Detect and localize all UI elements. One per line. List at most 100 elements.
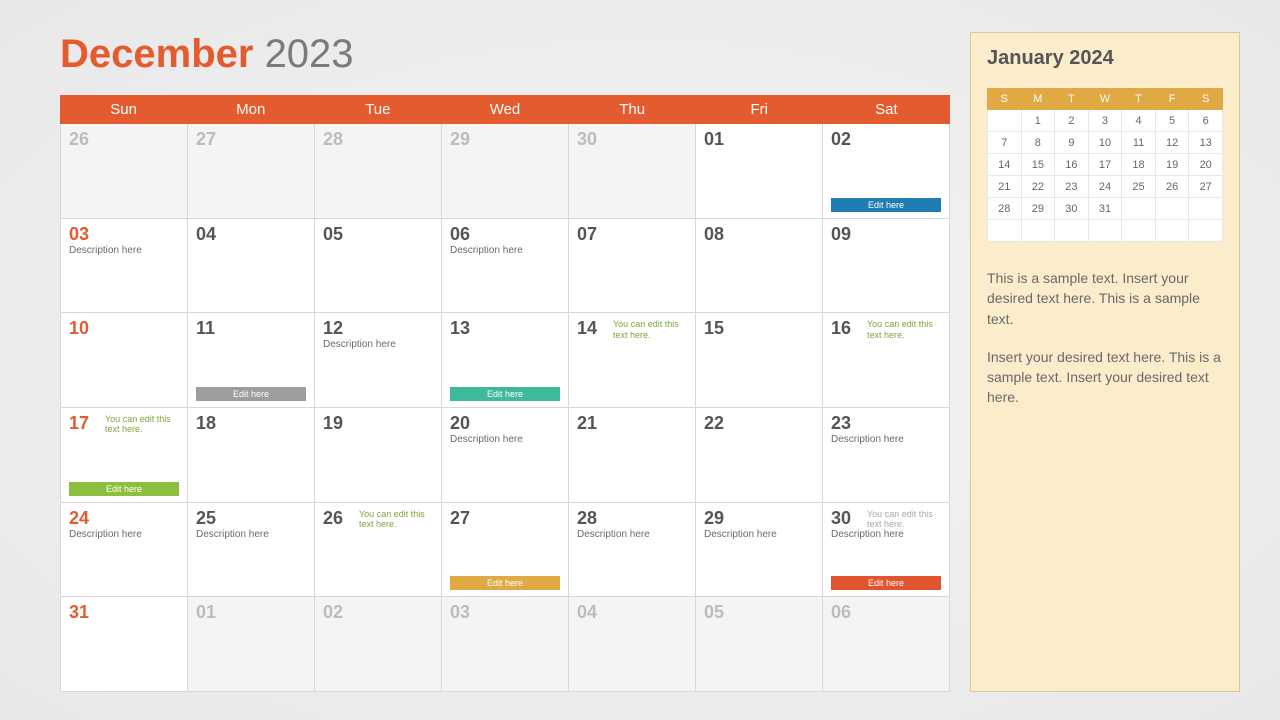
mini-day-cell[interactable]: 15 <box>1021 154 1055 176</box>
mini-day-cell[interactable]: 14 <box>988 154 1022 176</box>
mini-day-cell[interactable]: 28 <box>988 198 1022 220</box>
mini-day-cell[interactable]: 9 <box>1055 132 1089 154</box>
calendar-cell[interactable]: 16You can edit this text here. <box>823 313 950 408</box>
mini-day-cell[interactable]: 3 <box>1088 110 1122 132</box>
event-bar[interactable]: Edit here <box>831 198 941 212</box>
calendar-cell[interactable]: 03 <box>442 597 569 692</box>
day-number: 06 <box>831 603 941 621</box>
mini-day-cell[interactable]: 27 <box>1189 176 1223 198</box>
mini-day-cell[interactable]: 4 <box>1122 110 1156 132</box>
calendar-cell[interactable]: 23Description here <box>823 408 950 503</box>
calendar-cell[interactable]: 25Description here <box>188 503 315 598</box>
mini-day-cell[interactable]: 26 <box>1155 176 1189 198</box>
mini-day-cell[interactable]: 20 <box>1189 154 1223 176</box>
calendar-cell[interactable]: 28 <box>315 124 442 219</box>
calendar-cell[interactable]: 29 <box>442 124 569 219</box>
mini-day-cell[interactable]: 21 <box>988 176 1022 198</box>
mini-day-cell[interactable]: 6 <box>1189 110 1223 132</box>
calendar-cell[interactable]: 05 <box>315 219 442 314</box>
mini-day-cell[interactable]: 12 <box>1155 132 1189 154</box>
calendar-cell[interactable]: 27Edit here <box>442 503 569 598</box>
calendar-cell[interactable]: 01 <box>188 597 315 692</box>
calendar-cell[interactable]: 22 <box>696 408 823 503</box>
calendar-cell[interactable]: 14You can edit this text here. <box>569 313 696 408</box>
calendar-cell[interactable]: 04 <box>188 219 315 314</box>
mini-day-cell[interactable]: 2 <box>1055 110 1089 132</box>
mini-day-cell[interactable]: 17 <box>1088 154 1122 176</box>
calendar-cell[interactable]: 31 <box>61 597 188 692</box>
calendar-cell[interactable]: 03Description here <box>61 219 188 314</box>
calendar-cell[interactable]: 06 <box>823 597 950 692</box>
mini-day-cell[interactable]: 18 <box>1122 154 1156 176</box>
calendar-cell[interactable]: 24Description here <box>61 503 188 598</box>
mini-day-cell[interactable]: 29 <box>1021 198 1055 220</box>
calendar-cell[interactable]: 07 <box>569 219 696 314</box>
mini-day-cell[interactable]: 5 <box>1155 110 1189 132</box>
day-description: Description here <box>69 529 179 540</box>
mini-day-cell[interactable]: 7 <box>988 132 1022 154</box>
mini-day-cell[interactable]: 25 <box>1122 176 1156 198</box>
calendar-cell[interactable]: 02 <box>315 597 442 692</box>
calendar-cell[interactable]: 28Description here <box>569 503 696 598</box>
day-note[interactable]: You can edit this text here. <box>359 509 435 530</box>
day-number: 02 <box>831 130 941 148</box>
mini-day-cell[interactable]: 8 <box>1021 132 1055 154</box>
title-month: December <box>60 32 253 76</box>
calendar-cell[interactable]: 05 <box>696 597 823 692</box>
calendar-cell[interactable]: 02 Edit here <box>823 124 950 219</box>
calendar-cell[interactable]: 15 <box>696 313 823 408</box>
day-number: 31 <box>69 603 179 621</box>
calendar-cell[interactable]: 20Description here <box>442 408 569 503</box>
mini-day-cell[interactable]: 31 <box>1088 198 1122 220</box>
day-note[interactable]: You can edit this text here. <box>613 319 689 340</box>
calendar-cell[interactable]: 19 <box>315 408 442 503</box>
calendar-cell[interactable]: 26 <box>61 124 188 219</box>
mini-day-cell[interactable]: 13 <box>1189 132 1223 154</box>
day-number: 11 <box>196 319 306 337</box>
day-note[interactable]: You can edit this text here. <box>867 319 943 340</box>
calendar-cell[interactable]: 21 <box>569 408 696 503</box>
event-bar[interactable]: Edit here <box>450 576 560 590</box>
calendar-cell[interactable]: 18 <box>188 408 315 503</box>
mini-day-cell[interactable]: 23 <box>1055 176 1089 198</box>
day-note[interactable]: You can edit this text here. <box>105 414 181 435</box>
calendar-cell[interactable]: 01 <box>696 124 823 219</box>
mini-day-header: F <box>1155 89 1189 110</box>
calendar-cell[interactable]: 29Description here <box>696 503 823 598</box>
day-number: 25 <box>196 509 306 527</box>
calendar-cell[interactable]: 11 Edit here <box>188 313 315 408</box>
event-bar[interactable]: Edit here <box>69 482 179 496</box>
mini-day-cell <box>1055 220 1089 242</box>
calendar-cell[interactable]: 13Edit here <box>442 313 569 408</box>
calendar-cell[interactable]: 08 <box>696 219 823 314</box>
day-description: Description here <box>704 529 814 540</box>
mini-day-cell[interactable]: 30 <box>1055 198 1089 220</box>
calendar-cell[interactable]: 30Description hereYou can edit this text… <box>823 503 950 598</box>
calendar-cell[interactable]: 12Description here <box>315 313 442 408</box>
event-bar[interactable]: Edit here <box>450 387 560 401</box>
mini-day-cell[interactable]: 22 <box>1021 176 1055 198</box>
day-number: 02 <box>323 603 433 621</box>
mini-day-cell[interactable]: 19 <box>1155 154 1189 176</box>
mini-day-cell[interactable]: 1 <box>1021 110 1055 132</box>
calendar-cell[interactable]: 17You can edit this text here.Edit here <box>61 408 188 503</box>
mini-day-cell[interactable]: 10 <box>1088 132 1122 154</box>
day-number: 01 <box>196 603 306 621</box>
sidebar-para-2: Insert your desired text here. This is a… <box>987 347 1223 408</box>
calendar-cell[interactable]: 09 <box>823 219 950 314</box>
calendar-cell[interactable]: 04 <box>569 597 696 692</box>
day-number: 30 <box>577 130 687 148</box>
day-note[interactable]: You can edit this text here. <box>867 509 943 530</box>
calendar-cell[interactable]: 10 <box>61 313 188 408</box>
mini-day-cell[interactable]: 24 <box>1088 176 1122 198</box>
mini-day-cell[interactable]: 16 <box>1055 154 1089 176</box>
event-bar[interactable]: Edit here <box>831 576 941 590</box>
event-bar[interactable]: Edit here <box>196 387 306 401</box>
calendar-cell[interactable]: 26You can edit this text here. <box>315 503 442 598</box>
day-number: 09 <box>831 225 941 243</box>
mini-day-cell[interactable]: 11 <box>1122 132 1156 154</box>
calendar-cell[interactable]: 06Description here <box>442 219 569 314</box>
calendar-cell[interactable]: 27 <box>188 124 315 219</box>
calendar-cell[interactable]: 30 <box>569 124 696 219</box>
day-description: Description here <box>323 339 433 350</box>
